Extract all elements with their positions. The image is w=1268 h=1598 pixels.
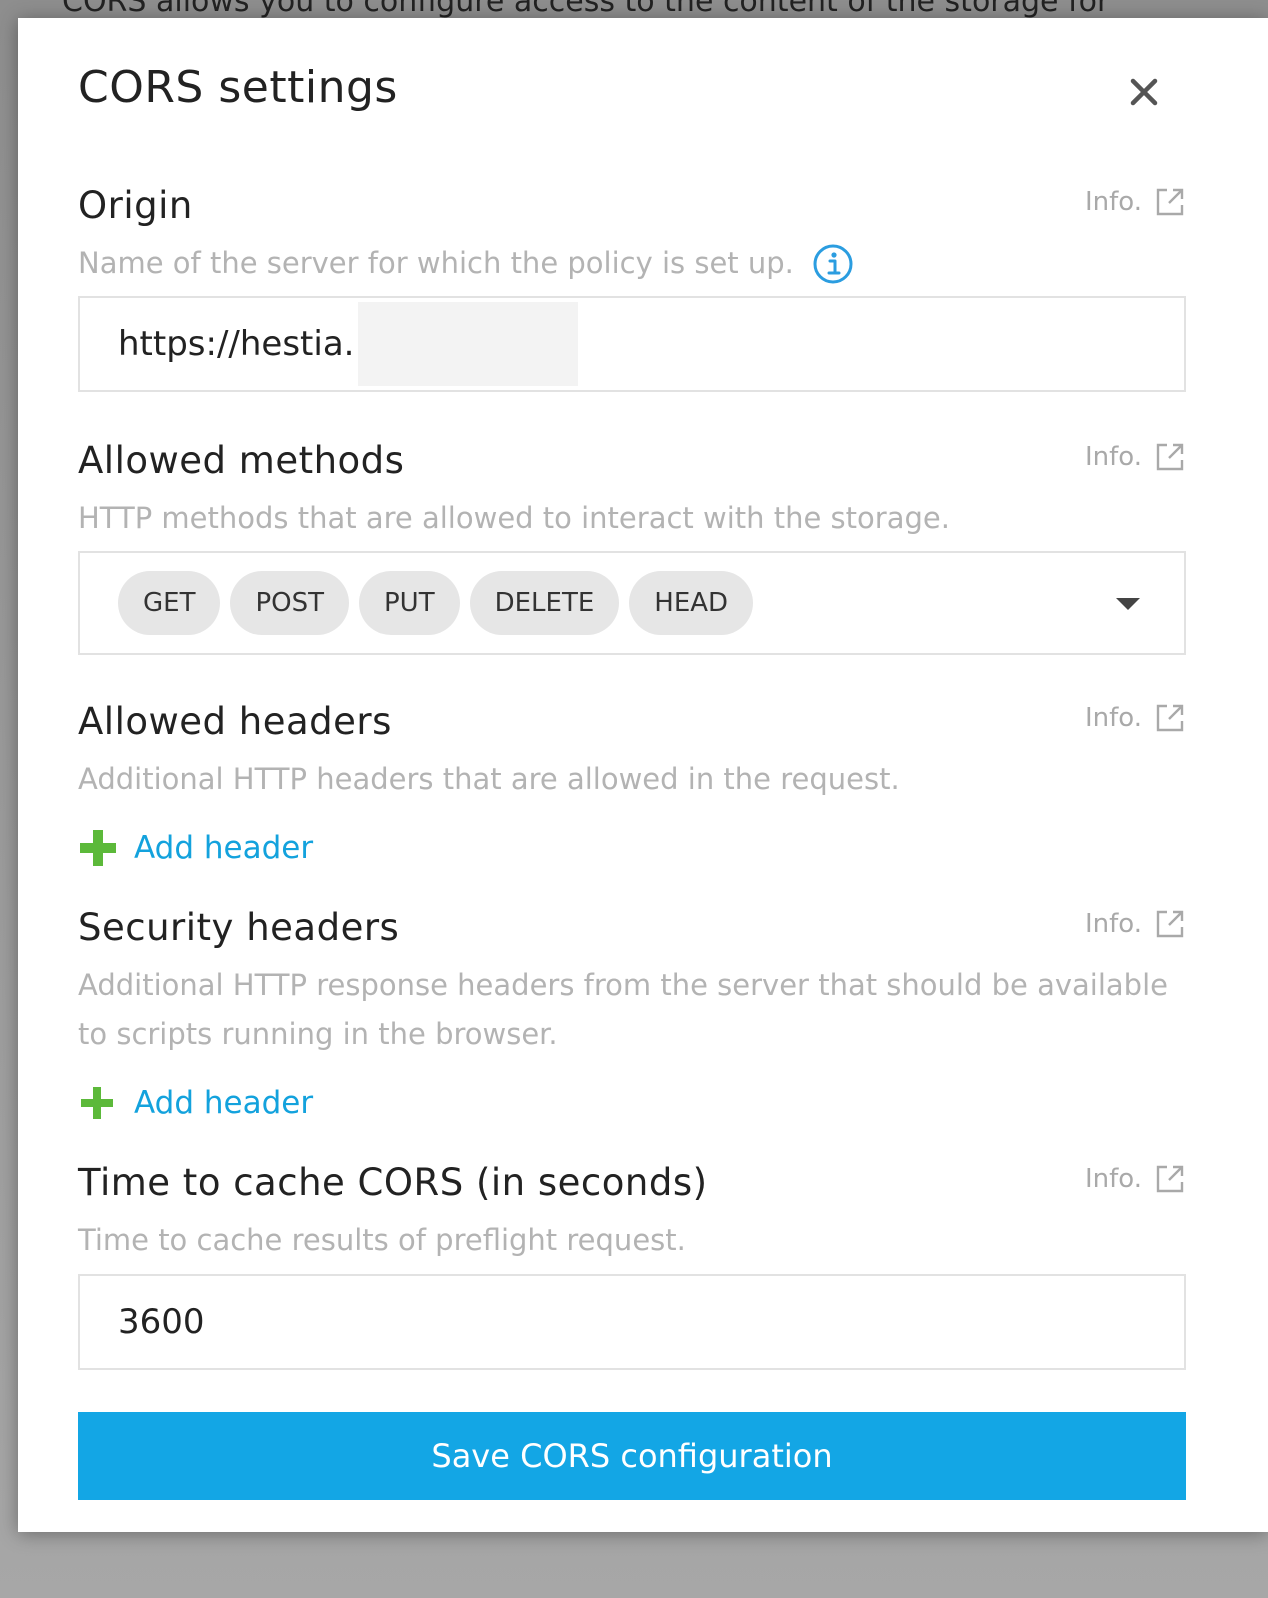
security-headers-description-line1: Additional HTTP response headers from th… bbox=[78, 968, 1168, 1002]
external-link-icon bbox=[1156, 910, 1184, 938]
add-allowed-header-button[interactable]: Add header bbox=[78, 828, 313, 868]
method-chip-head[interactable]: HEAD bbox=[629, 571, 754, 635]
cache-time-info-link[interactable]: Info. bbox=[1085, 1163, 1186, 1195]
method-chips: GET POST PUT DELETE HEAD bbox=[118, 571, 754, 635]
security-headers-description: Additional HTTP response headers from th… bbox=[78, 961, 1168, 1059]
background-description: CORS allows you to configure access to t… bbox=[62, 0, 1110, 19]
cors-settings-dialog: CORS settings Origin Info. Name of the s… bbox=[18, 18, 1268, 1532]
allowed-headers-title: Allowed headers bbox=[78, 700, 392, 743]
close-icon bbox=[1130, 78, 1158, 106]
origin-title: Origin bbox=[78, 184, 193, 227]
close-button[interactable] bbox=[1122, 70, 1166, 114]
save-cors-configuration-button[interactable]: Save CORS configuration bbox=[78, 1412, 1186, 1500]
origin-description: Name of the server for which the policy … bbox=[78, 239, 854, 288]
allowed-methods-info-link[interactable]: Info. bbox=[1085, 441, 1186, 473]
dialog-title: CORS settings bbox=[78, 62, 398, 113]
external-link-icon bbox=[1156, 443, 1184, 471]
method-chip-put[interactable]: PUT bbox=[359, 571, 460, 635]
external-link-icon bbox=[1156, 704, 1184, 732]
security-headers-info-link[interactable]: Info. bbox=[1085, 908, 1186, 940]
security-headers-description-line2: to scripts running in the browser. bbox=[78, 1017, 558, 1051]
info-link-label: Info. bbox=[1084, 1164, 1142, 1194]
info-circle-icon[interactable] bbox=[812, 243, 854, 285]
allowed-methods-description: HTTP methods that are allowed to interac… bbox=[78, 501, 950, 535]
origin-description-text: Name of the server for which the policy … bbox=[78, 246, 794, 280]
method-chip-delete[interactable]: DELETE bbox=[469, 571, 620, 635]
add-header-label: Add header bbox=[134, 1085, 314, 1121]
cache-time-title: Time to cache CORS (in seconds) bbox=[78, 1161, 708, 1204]
info-link-label: Info. bbox=[1084, 703, 1142, 733]
cache-time-input[interactable]: 3600 bbox=[78, 1274, 1186, 1370]
cache-time-description: Time to cache results of preflight reque… bbox=[78, 1223, 686, 1257]
method-chip-post[interactable]: POST bbox=[230, 571, 349, 635]
origin-value: https://hestia. bbox=[118, 324, 355, 364]
allowed-headers-info-link[interactable]: Info. bbox=[1085, 702, 1186, 734]
plus-icon bbox=[81, 1087, 113, 1119]
add-security-header-button[interactable]: Add header bbox=[78, 1083, 313, 1123]
caret-down-icon[interactable] bbox=[1116, 598, 1140, 610]
info-link-label: Info. bbox=[1084, 909, 1142, 939]
allowed-headers-description: Additional HTTP headers that are allowed… bbox=[78, 762, 900, 796]
external-link-icon bbox=[1156, 1165, 1184, 1193]
cache-time-value: 3600 bbox=[118, 1302, 205, 1342]
plus-icon bbox=[80, 830, 116, 866]
add-header-label: Add header bbox=[134, 830, 314, 866]
origin-input[interactable]: https://hestia. bbox=[78, 296, 1186, 392]
security-headers-title: Security headers bbox=[78, 906, 400, 949]
redacted-region bbox=[358, 302, 579, 386]
info-link-label: Info. bbox=[1084, 442, 1142, 472]
info-link-label: Info. bbox=[1084, 187, 1142, 217]
method-chip-get[interactable]: GET bbox=[118, 571, 221, 635]
allowed-methods-title: Allowed methods bbox=[78, 439, 405, 482]
origin-info-link[interactable]: Info. bbox=[1085, 186, 1186, 218]
external-link-icon bbox=[1156, 188, 1184, 216]
methods-multiselect[interactable]: GET POST PUT DELETE HEAD bbox=[78, 551, 1186, 655]
